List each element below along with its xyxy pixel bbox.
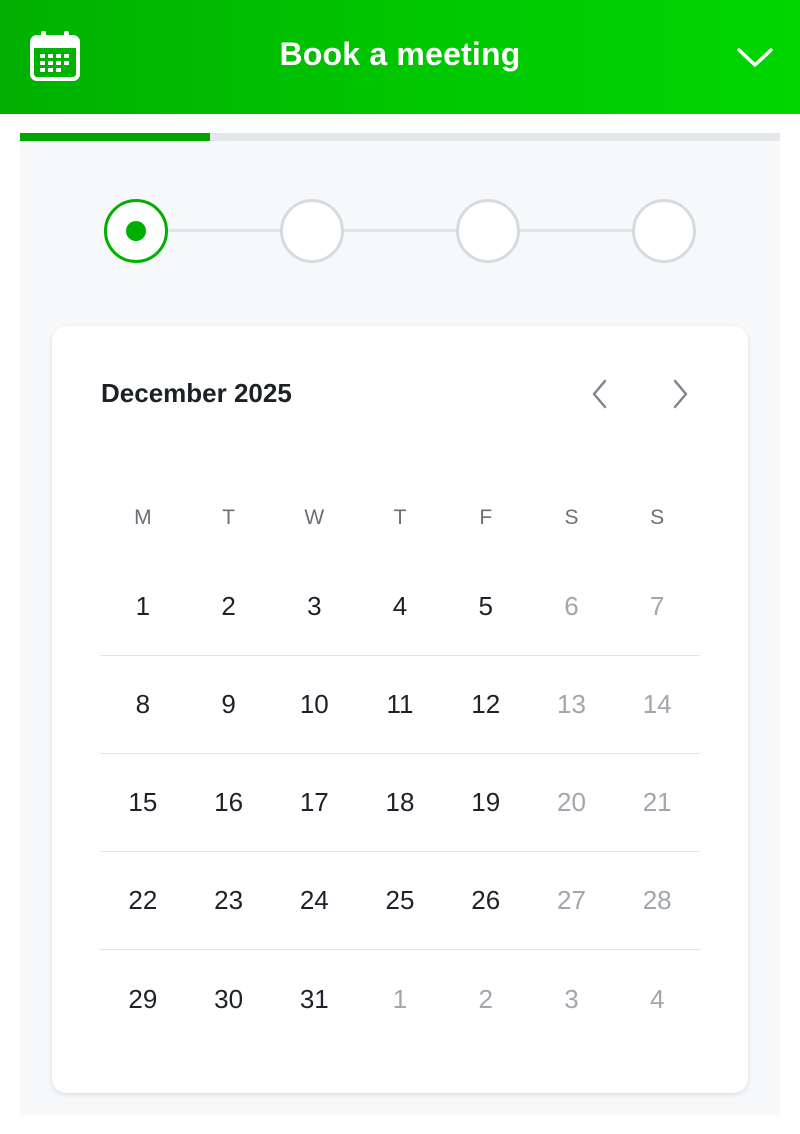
chevron-left-icon[interactable] — [584, 376, 616, 412]
calendar-card: December 2025 MTWTFSS 1 2 3 4 5 6 7 8 9 10 11 12 13 1… — [52, 326, 748, 1093]
step-connector — [520, 229, 632, 232]
calendar-day[interactable]: 1 — [100, 558, 186, 655]
step-indicator — [20, 133, 780, 293]
step-2[interactable] — [280, 199, 344, 263]
chevron-down-icon[interactable] — [730, 38, 780, 78]
calendar-day-unavailable: 2 — [478, 983, 493, 1014]
calendar-day[interactable]: 22 — [100, 852, 186, 949]
weekday-label: S — [564, 506, 579, 529]
calendar-day[interactable]: 8 — [100, 656, 186, 753]
calendar-day-unavailable: 21 — [642, 787, 672, 817]
booking-panel: December 2025 MTWTFSS 1 2 3 4 5 6 7 8 9 10 11 12 13 1… — [20, 133, 780, 1115]
calendar-day[interactable]: 2 — [186, 558, 272, 655]
week-row: 29 30 31 1 2 3 4 — [100, 950, 700, 1048]
calendar-day-unavailable: 20 — [556, 787, 586, 817]
calendar-day-unavailable: 7 — [649, 591, 665, 621]
week-row: 22 23 24 25 26 27 28 — [100, 852, 700, 950]
calendar-day[interactable]: 18 — [357, 754, 443, 851]
week-row: 8 9 10 11 12 13 14 — [100, 656, 700, 754]
step-3[interactable] — [456, 199, 520, 263]
calendar-day[interactable]: 29 — [100, 950, 186, 1048]
weekday-label: T — [222, 506, 235, 529]
calendar-day-unavailable: 1 — [392, 983, 408, 1014]
calendar-day-unavailable: 28 — [642, 885, 672, 915]
calendar-day-unavailable: 4 — [649, 983, 665, 1014]
calendar-day[interactable]: 3 — [271, 558, 357, 655]
calendar-day-unavailable: 14 — [642, 689, 672, 719]
weekday-label: F — [479, 506, 493, 529]
calendar-day[interactable]: 5 — [443, 558, 529, 655]
weekday-label: M — [134, 506, 152, 529]
calendar-day[interactable]: 16 — [186, 754, 272, 851]
weekday-label: W — [304, 506, 325, 529]
step-connector — [168, 229, 280, 232]
calendar-day[interactable]: 31 — [271, 950, 357, 1048]
calendar-day-unavailable: 13 — [556, 689, 586, 719]
calendar-day[interactable]: 26 — [443, 852, 529, 949]
weekday-label: S — [650, 506, 665, 529]
week-row: 12345 6 7 — [100, 558, 700, 656]
calendar-day[interactable]: 25 — [357, 852, 443, 949]
calendar-day[interactable]: 9 — [186, 656, 272, 753]
calendar-day[interactable]: 11 — [357, 656, 443, 753]
week-row: 15 16 17 18 19 20 21 — [100, 754, 700, 852]
calendar-day[interactable]: 17 — [271, 754, 357, 851]
chevron-right-icon[interactable] — [664, 376, 696, 412]
month-title: December 2025 — [101, 378, 292, 408]
calendar-day-unavailable: 27 — [556, 885, 586, 915]
step-1[interactable] — [104, 199, 168, 263]
header-title: Book a meeting — [279, 36, 521, 72]
calendar-day[interactable]: 10 — [271, 656, 357, 753]
calendar-day-unavailable: 3 — [564, 983, 579, 1014]
calendar-day[interactable]: 19 — [443, 754, 529, 851]
calendar-day[interactable]: 23 — [186, 852, 272, 949]
calendar-day[interactable]: 24 — [271, 852, 357, 949]
widget-header: Book a meeting — [0, 0, 800, 114]
active-step-dot — [126, 221, 146, 241]
calendar-day[interactable]: 30 — [186, 950, 272, 1048]
weekday-label: T — [393, 506, 407, 529]
calendar-day-unavailable: 6 — [564, 591, 579, 621]
calendar-day[interactable]: 12 — [443, 656, 529, 753]
weekday-header-row: MTWTFSS — [100, 506, 700, 532]
step-connector — [344, 229, 456, 232]
calendar-day[interactable]: 4 — [357, 558, 443, 655]
calendar-grid: 1 2 3 4 5 6 7 8 9 10 11 12 13 14 15 16 17 18 19 20 21 22 23 24 2… — [100, 558, 700, 1048]
calendar-day[interactable]: 15 — [100, 754, 186, 851]
step-4[interactable] — [632, 199, 696, 263]
